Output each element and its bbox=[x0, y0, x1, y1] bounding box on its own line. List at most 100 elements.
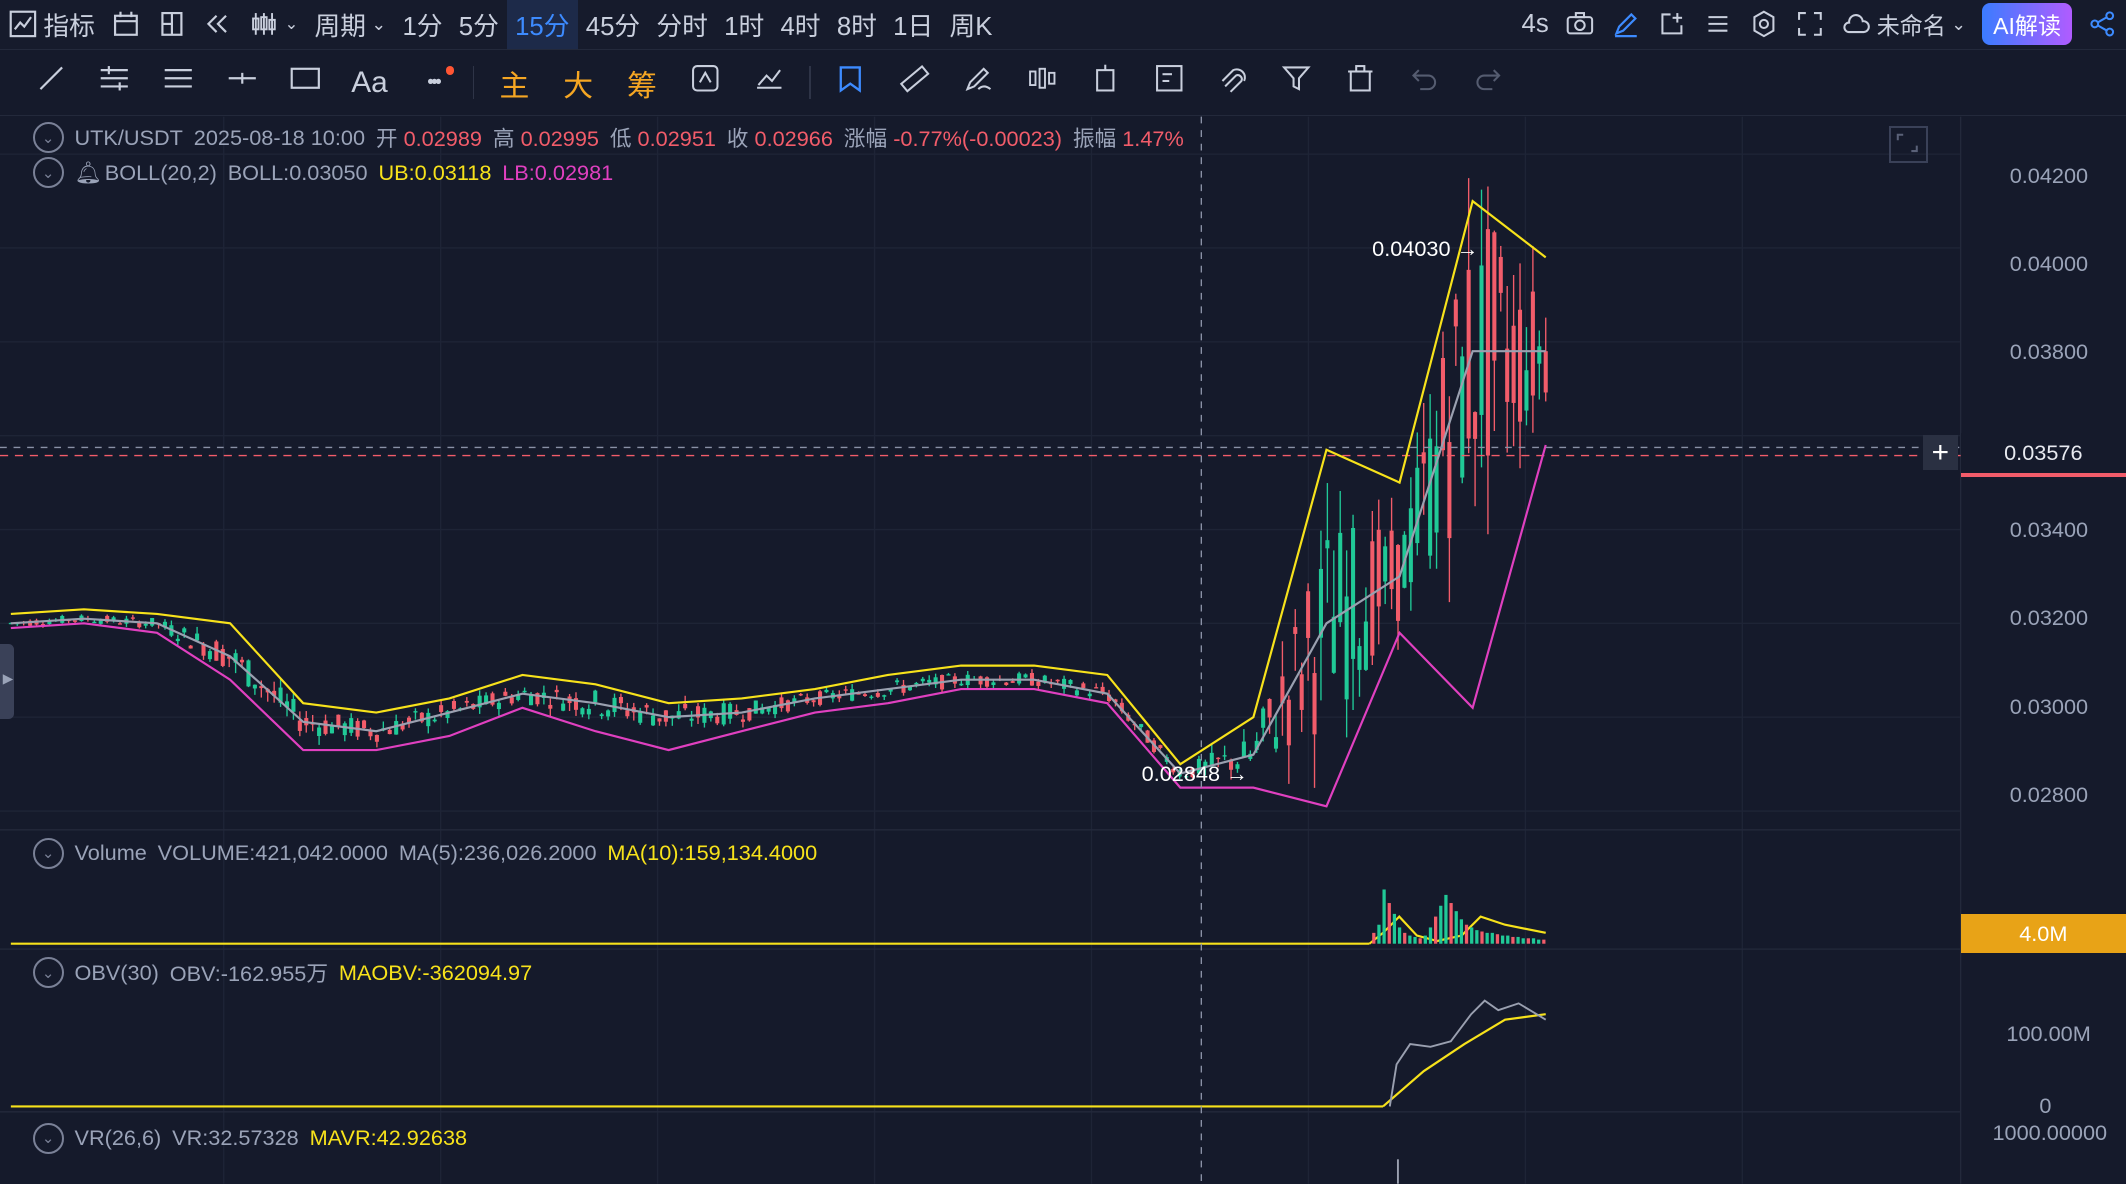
candle-body bbox=[927, 679, 932, 683]
candle-body bbox=[1139, 724, 1144, 728]
candle-body bbox=[779, 697, 784, 709]
expand-pane-button[interactable] bbox=[1888, 126, 1929, 163]
candle-body bbox=[182, 628, 187, 633]
candle-body bbox=[657, 718, 662, 722]
candle-body bbox=[593, 690, 598, 703]
amplitude-label: 振幅 bbox=[1072, 126, 1117, 152]
candle-body bbox=[1511, 325, 1516, 403]
candle-body bbox=[432, 719, 437, 722]
candle-body bbox=[882, 695, 887, 697]
candle-body bbox=[98, 620, 103, 624]
side-panel-handle[interactable]: ▶ bbox=[0, 644, 14, 719]
candle-body bbox=[1421, 452, 1426, 464]
volume-name: Volume bbox=[74, 840, 147, 866]
candle-body bbox=[1543, 351, 1548, 393]
candle-body bbox=[644, 705, 649, 708]
volume-bar bbox=[1480, 931, 1484, 944]
volume-bar bbox=[1439, 905, 1443, 944]
vr-name: VR(26,6) bbox=[74, 1125, 162, 1151]
volume-bar bbox=[1397, 927, 1402, 944]
candle-body bbox=[850, 689, 855, 701]
current-price-underline bbox=[1960, 473, 2126, 478]
volume-bar bbox=[1382, 889, 1386, 944]
candle-body bbox=[1062, 678, 1067, 689]
candle-body bbox=[252, 684, 257, 689]
candle-body bbox=[869, 696, 874, 698]
collapse-chevron-icon[interactable]: ⌄ bbox=[32, 957, 64, 989]
candle-body bbox=[599, 714, 604, 717]
candle-body bbox=[439, 705, 444, 712]
candle-body bbox=[798, 694, 803, 696]
volume-bar bbox=[1521, 938, 1525, 944]
volume-bar bbox=[1413, 936, 1417, 944]
candle-body bbox=[1460, 356, 1465, 478]
candle-body bbox=[548, 704, 553, 709]
candle-body bbox=[1222, 755, 1227, 757]
volume-bar bbox=[1511, 936, 1515, 944]
candle-body bbox=[1395, 545, 1401, 621]
bell-icon[interactable]: 🔔︎ bbox=[74, 160, 102, 186]
volume-bar bbox=[1531, 938, 1536, 944]
volume-bar bbox=[1506, 935, 1510, 944]
candle-body bbox=[753, 700, 758, 714]
collapse-chevron-icon[interactable]: ⌄ bbox=[32, 122, 64, 154]
ma5-value: MA(5):236,026.2000 bbox=[398, 840, 597, 866]
volume-bar bbox=[1428, 927, 1433, 944]
candle-body bbox=[946, 674, 951, 676]
candle-body bbox=[394, 721, 399, 735]
max-price-annotation: 0.04030 → bbox=[1372, 236, 1478, 262]
volume-bar bbox=[1542, 939, 1546, 944]
candle-body bbox=[496, 702, 501, 710]
volume-bar bbox=[1454, 911, 1458, 944]
candle-body bbox=[1473, 412, 1478, 439]
candle-body bbox=[1331, 616, 1336, 673]
add-alert-plus-icon[interactable]: + bbox=[1922, 435, 1958, 471]
candle-body bbox=[651, 715, 656, 726]
candle-body bbox=[413, 711, 418, 713]
candle-body bbox=[1055, 679, 1060, 682]
volume-bar bbox=[1464, 924, 1469, 944]
price-axis-tick: 0.04000 bbox=[2009, 250, 2089, 276]
collapse-chevron-icon[interactable]: ⌄ bbox=[32, 157, 64, 189]
candle-body bbox=[1370, 541, 1375, 656]
low-value: 0.02951 bbox=[637, 126, 716, 152]
collapse-chevron-icon[interactable]: ⌄ bbox=[32, 837, 64, 870]
candle-body bbox=[1318, 568, 1323, 638]
candle-body bbox=[522, 690, 527, 693]
volume-bar bbox=[1433, 916, 1438, 944]
price-axis-tick: 0.03000 bbox=[2009, 694, 2089, 720]
candle-body bbox=[92, 621, 97, 624]
candle-body bbox=[1466, 269, 1471, 439]
max-price-value: 0.04030 bbox=[1372, 235, 1451, 261]
high-label: 高 bbox=[492, 126, 515, 152]
candle-body bbox=[618, 697, 623, 704]
candle-body bbox=[1068, 680, 1073, 684]
volume-bar bbox=[1403, 932, 1407, 944]
price-axis-tick: 0.04200 bbox=[2009, 162, 2089, 188]
collapse-chevron-icon[interactable]: ⌄ bbox=[32, 1122, 64, 1154]
obv-value: OBV:-162.955万 bbox=[169, 961, 329, 987]
candle-body bbox=[503, 691, 508, 696]
candle-body bbox=[612, 697, 617, 713]
candle-body bbox=[1447, 442, 1452, 539]
candle-body bbox=[1261, 708, 1266, 728]
volume-bar bbox=[1408, 935, 1412, 944]
candle-body bbox=[715, 716, 720, 724]
candle-body bbox=[1524, 370, 1529, 411]
high-value: 0.02995 bbox=[520, 126, 599, 152]
candle-datetime: 2025-08-18 10:00 bbox=[193, 124, 365, 150]
mavr-value: MAVR:42.92638 bbox=[309, 1125, 468, 1151]
candle-body bbox=[117, 623, 123, 625]
candle-body bbox=[240, 659, 245, 663]
candle-body bbox=[207, 651, 212, 660]
lb-value: LB:0.02981 bbox=[502, 159, 614, 185]
volume-bar bbox=[1459, 919, 1464, 944]
candle-body bbox=[130, 617, 135, 619]
candle-body bbox=[1087, 693, 1092, 697]
candle-body bbox=[1518, 309, 1523, 422]
crosshair bbox=[0, 116, 1961, 1184]
candle-body bbox=[1010, 681, 1015, 683]
candle-body bbox=[811, 700, 816, 703]
volume-bar bbox=[1475, 930, 1479, 944]
candle-body bbox=[843, 689, 848, 691]
